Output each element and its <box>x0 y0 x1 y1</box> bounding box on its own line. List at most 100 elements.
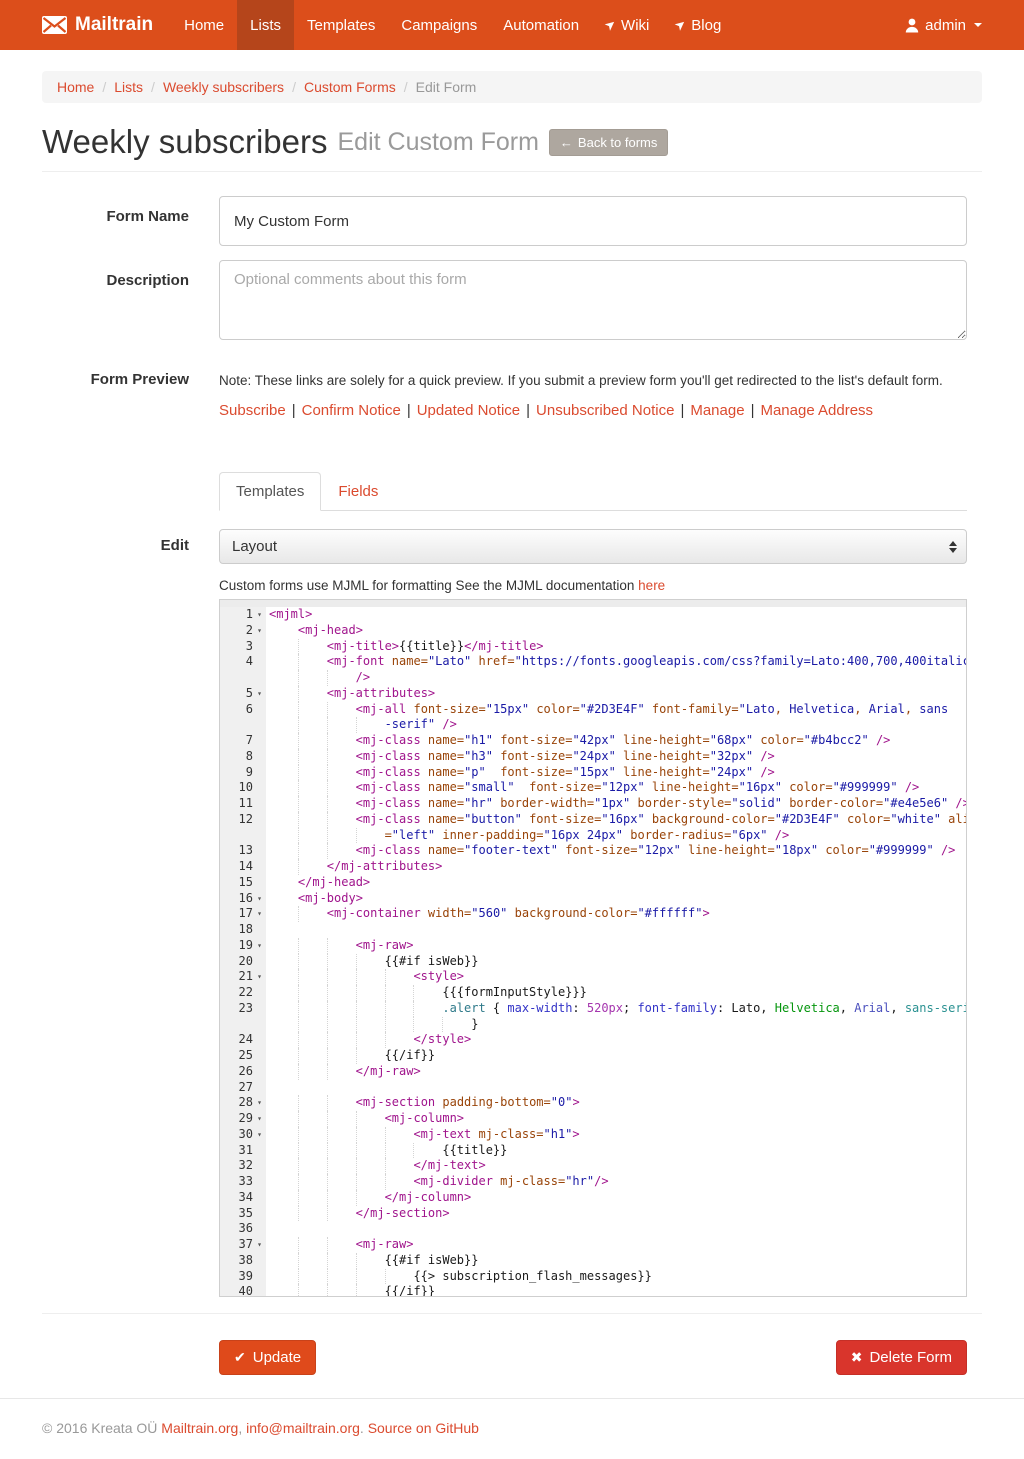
preview-link-confirm-notice[interactable]: Confirm Notice <box>302 402 401 419</box>
form-name-input[interactable] <box>219 196 967 246</box>
breadcrumb-weekly-subscribers[interactable]: Weekly subscribers <box>163 79 284 95</box>
footer-link-info-mailtrain-org[interactable]: info@mailtrain.org <box>246 1420 360 1436</box>
breadcrumb: Home Lists Weekly subscribers Custom Forms E… <box>42 71 982 103</box>
fold-caret-icon[interactable]: ▾ <box>253 938 266 954</box>
code-text: {{> subscription_flash_messages}} <box>266 1269 966 1285</box>
code-text: /> <box>266 670 966 686</box>
user-menu[interactable]: admin <box>905 0 982 50</box>
user-label: admin <box>925 17 966 34</box>
back-to-forms-button[interactable]: ← Back to forms <box>549 129 668 156</box>
breadcrumb-custom-forms[interactable]: Custom Forms <box>304 79 396 95</box>
indent-guide <box>269 702 298 718</box>
code-line: 23.alert { max-width: 520px; font-family… <box>220 1001 966 1017</box>
line-number: 19 <box>239 938 253 954</box>
code-line: 19▾<mj-raw> <box>220 938 966 954</box>
indent-guide <box>327 954 356 970</box>
code-line: 40{{/if}} <box>220 1284 966 1297</box>
line-number: 38 <box>239 1253 253 1269</box>
breadcrumb-home[interactable]: Home <box>57 79 94 95</box>
indent-guide <box>327 1143 356 1159</box>
indent-guide <box>298 765 327 781</box>
nav-item-lists[interactable]: Lists <box>237 0 294 50</box>
code-line: 8<mj-class name="h3" font-size="24px" li… <box>220 749 966 765</box>
delete-button-label: Delete Form <box>869 1349 952 1366</box>
header-divider <box>42 171 982 172</box>
line-number: 11 <box>239 796 253 812</box>
indent-guide <box>269 906 298 922</box>
indent-guide <box>269 749 298 765</box>
fold-caret-icon[interactable]: ▾ <box>253 1237 266 1253</box>
indent-guide <box>269 623 298 639</box>
gutter-cell <box>220 717 266 733</box>
preview-link-manage[interactable]: Manage <box>690 402 744 419</box>
indent-guide <box>385 1032 414 1048</box>
nav-item-home[interactable]: Home <box>171 0 237 50</box>
fold-caret-icon[interactable]: ▾ <box>253 891 266 907</box>
code-text: </mj-attributes> <box>266 859 966 875</box>
fold-caret-icon[interactable]: ▾ <box>253 607 266 623</box>
preview-link-subscribe[interactable]: Subscribe <box>219 402 286 419</box>
footer-link-source-on-github[interactable]: Source on GitHub <box>368 1420 479 1436</box>
indent-guide <box>356 1269 385 1285</box>
brand-logo[interactable]: Mailtrain <box>42 0 171 50</box>
description-textarea[interactable] <box>219 260 967 340</box>
nav-item-blog[interactable]: ➤Blog <box>662 0 734 50</box>
preview-link-unsubscribed-notice[interactable]: Unsubscribed Notice <box>536 402 674 419</box>
code-line: 2▾<mj-head> <box>220 623 966 639</box>
gutter-cell: 2▾ <box>220 623 266 639</box>
code-text: <mj-class name="h3" font-size="24px" lin… <box>266 749 966 765</box>
fold-caret-icon[interactable]: ▾ <box>253 686 266 702</box>
breadcrumb-edit-form: Edit Form <box>416 79 477 95</box>
nav-item-templates[interactable]: Templates <box>294 0 388 50</box>
line-number: 27 <box>239 1080 253 1096</box>
nav-item-automation[interactable]: Automation <box>490 0 592 50</box>
indent-guide <box>298 954 327 970</box>
mjml-docs-link[interactable]: here <box>638 578 665 593</box>
indent-guide <box>298 1048 327 1064</box>
code-line: 29▾<mj-column> <box>220 1111 966 1127</box>
code-text: <mj-class name="footer-text" font-size="… <box>266 843 966 859</box>
footer-copy: . <box>360 1420 368 1436</box>
tab-fields[interactable]: Fields <box>321 472 395 511</box>
update-button[interactable]: ✔ Update <box>219 1340 316 1375</box>
code-line: 36 <box>220 1221 966 1237</box>
code-editor[interactable]: 1▾<mjml>2▾<mj-head>3<mj-title>{{title}}<… <box>219 599 967 1297</box>
indent-guide <box>327 765 356 781</box>
gutter-cell: 3 <box>220 639 266 655</box>
code-text: <mj-title>{{title}}</mj-title> <box>266 639 966 655</box>
fold-caret-icon[interactable]: ▾ <box>253 906 266 922</box>
preview-link-updated-notice[interactable]: Updated Notice <box>417 402 520 419</box>
gutter-cell: 7 <box>220 733 266 749</box>
nav-item-wiki[interactable]: ➤Wiki <box>592 0 662 50</box>
indent-guide <box>298 796 327 812</box>
footer-link-mailtrain-org[interactable]: Mailtrain.org <box>161 1420 238 1436</box>
fold-caret-icon[interactable]: ▾ <box>253 1111 266 1127</box>
fold-caret-icon[interactable]: ▾ <box>253 969 266 985</box>
delete-form-button[interactable]: ✖ Delete Form <box>836 1340 967 1375</box>
fold-caret-icon[interactable]: ▾ <box>253 1127 266 1143</box>
fold-caret-icon[interactable]: ▾ <box>253 623 266 639</box>
tab-templates[interactable]: Templates <box>219 472 321 511</box>
breadcrumb-lists[interactable]: Lists <box>114 79 143 95</box>
indent-guide <box>413 985 442 1001</box>
indent-guide <box>298 1206 327 1222</box>
gutter-cell: 17▾ <box>220 906 266 922</box>
indent-guide <box>327 749 356 765</box>
gutter-cell: 20 <box>220 954 266 970</box>
page-footer: © 2016 Kreata OÜ Mailtrain.org, info@mai… <box>0 1398 1024 1450</box>
fold-caret-icon[interactable]: ▾ <box>253 1095 266 1111</box>
preview-link-manage-address[interactable]: Manage Address <box>760 402 873 419</box>
indent-guide <box>269 1064 298 1080</box>
indent-guide <box>269 875 298 891</box>
indent-guide <box>385 1158 414 1174</box>
code-text: <mj-class name="hr" border-width="1px" b… <box>266 796 966 812</box>
template-select[interactable]: Layout <box>219 529 967 564</box>
indent-guide <box>327 1174 356 1190</box>
code-line: 39{{> subscription_flash_messages}} <box>220 1269 966 1285</box>
indent-guide <box>356 954 385 970</box>
indent-guide <box>327 780 356 796</box>
indent-guide <box>327 1064 356 1080</box>
line-number: 31 <box>239 1143 253 1159</box>
nav-item-campaigns[interactable]: Campaigns <box>388 0 490 50</box>
line-number: 30 <box>239 1127 253 1143</box>
